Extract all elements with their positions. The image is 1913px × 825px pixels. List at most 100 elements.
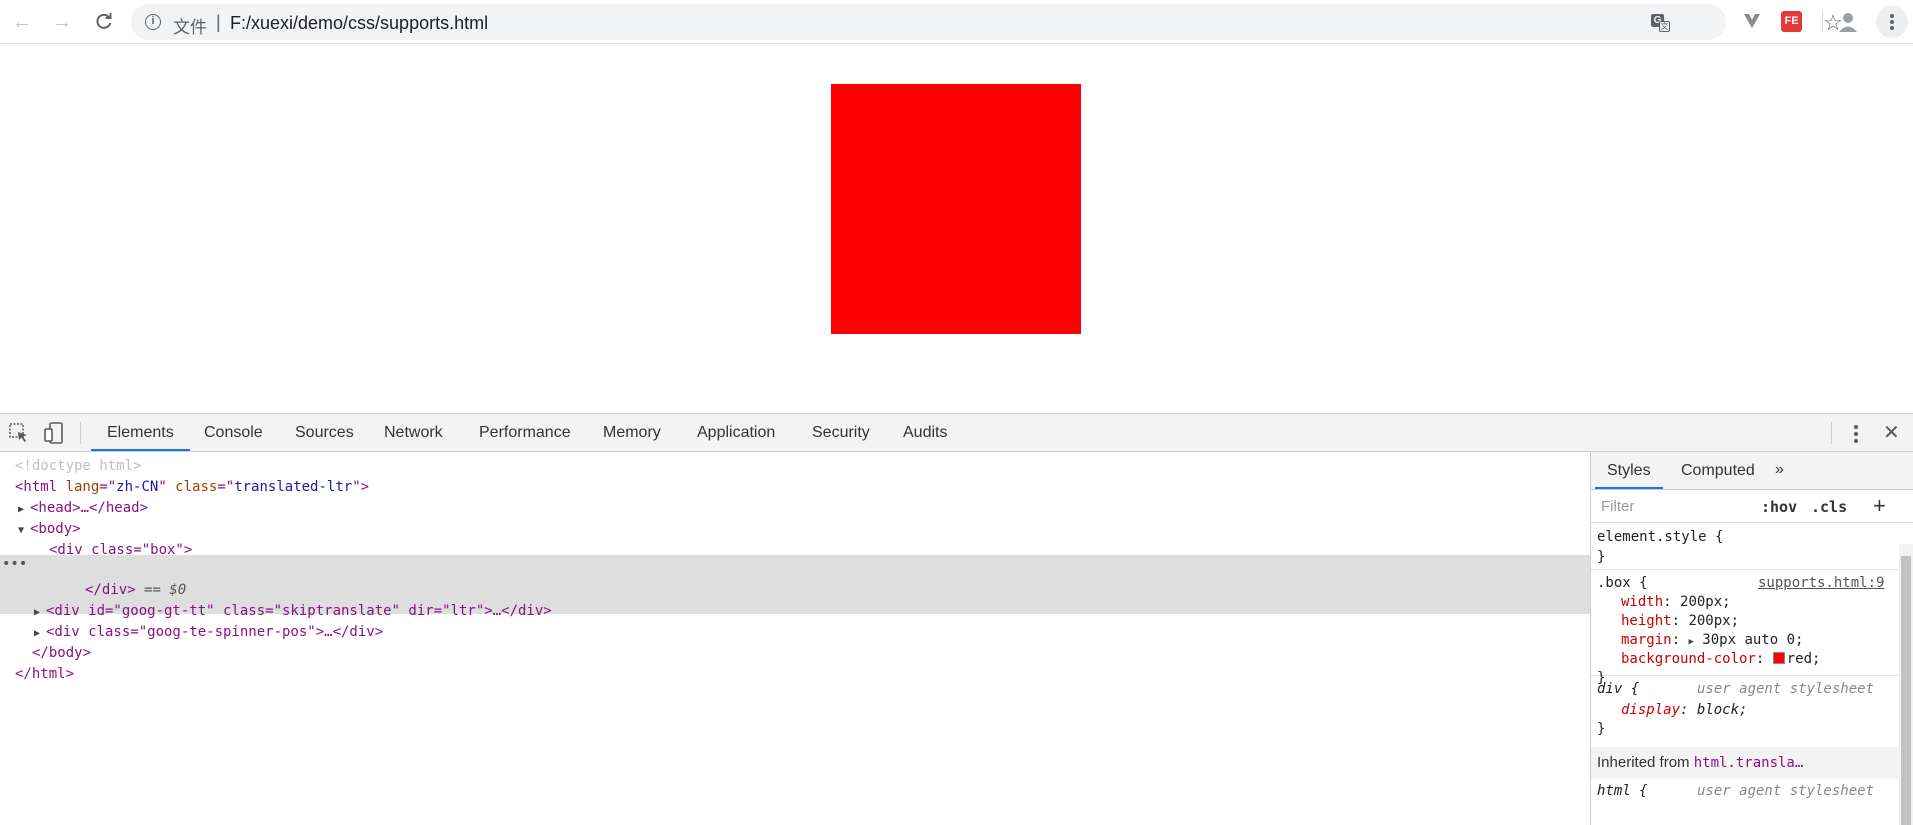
back-arrow-icon[interactable]: ← xyxy=(8,8,36,36)
tab-computed[interactable]: Computed xyxy=(1669,452,1767,489)
box-selector[interactable]: .box { xyxy=(1597,574,1648,593)
div-box-open-tag: <div class="box"> xyxy=(49,542,193,558)
dom-html-close[interactable]: </html> xyxy=(15,664,74,685)
tab-application[interactable]: Application xyxy=(681,414,791,451)
div-box-close-tag: </div> xyxy=(85,582,136,598)
url-text[interactable]: F:/xuexi/demo/css/supports.html xyxy=(230,13,488,34)
decl-value: block; xyxy=(1696,702,1748,718)
decl-value: 200px; xyxy=(1688,613,1740,629)
devtools-menu-icon[interactable] xyxy=(1850,424,1862,444)
attr-class: class xyxy=(175,479,218,495)
tab-elements[interactable]: Elements xyxy=(91,414,190,451)
styles-scrollbar[interactable] xyxy=(1899,544,1913,825)
profile-avatar-icon[interactable] xyxy=(1836,10,1860,34)
browser-toolbar: ← → i 文件 | F:/xuexi/demo/css/supports.ht… xyxy=(0,0,1913,44)
rule-html-ua: html { user agent stylesheet xyxy=(1591,779,1899,825)
url-scheme-label: 文件 xyxy=(173,18,207,38)
filter-input[interactable]: Filter xyxy=(1601,498,1634,515)
tab-performance[interactable]: Performance xyxy=(463,414,587,451)
element-style-selector[interactable]: element.style { xyxy=(1597,528,1723,547)
dom-doctype[interactable]: <!doctype html> xyxy=(15,456,141,477)
head-tag: <head>…</head> xyxy=(30,500,149,516)
styles-tabbar: Styles Computed » xyxy=(1591,452,1913,490)
decl-prop: width xyxy=(1621,594,1664,610)
dom-body-close[interactable]: </body> xyxy=(32,643,91,664)
expand-triangle-icon[interactable]: ▶ xyxy=(1688,637,1693,647)
tab-console[interactable]: Console xyxy=(188,414,279,451)
page-viewport xyxy=(0,45,1913,413)
rule-div-ua: div { user agent stylesheet display: blo… xyxy=(1591,676,1899,738)
decl-height[interactable]: height: 200px; xyxy=(1621,612,1739,631)
attr-lang-value: zh-CN xyxy=(116,479,159,495)
toolbar-divider xyxy=(1822,12,1823,32)
decl-prop: height xyxy=(1621,613,1672,629)
node-actions-ellipsis[interactable]: ••• xyxy=(2,556,27,572)
new-rule-icon[interactable]: + xyxy=(1873,493,1886,519)
extension-fe-icon[interactable]: FE xyxy=(1781,11,1802,32)
decl-prop: display xyxy=(1621,702,1681,718)
device-toolbar-icon[interactable] xyxy=(43,422,65,444)
decl-background-color[interactable]: background-color: red; xyxy=(1621,650,1820,669)
translate-icon[interactable]: G文 xyxy=(1651,13,1671,33)
devtools-close-icon[interactable]: ✕ xyxy=(1883,420,1900,445)
decl-width[interactable]: width: 200px; xyxy=(1621,593,1731,612)
dom-div-spinner[interactable]: ▶ <div class="goog-te-spinner-pos">…</div… xyxy=(34,622,383,643)
site-info-icon[interactable]: i xyxy=(145,14,161,30)
decl-margin[interactable]: margin: ▶ 30px auto 0; xyxy=(1621,631,1803,650)
dom-body-open[interactable]: ▼ <body> xyxy=(18,519,81,540)
tab-styles[interactable]: Styles xyxy=(1595,452,1663,489)
devtools-divider-right xyxy=(1831,422,1832,444)
dom-div-box-open[interactable]: <div class="box"> xyxy=(49,540,192,561)
scrollbar-thumb[interactable] xyxy=(1901,556,1911,825)
div-spinner-tag: <div class="goog-te-spinner-pos">…</div> xyxy=(46,624,384,640)
styles-filter-bar: Filter :hov .cls + xyxy=(1591,490,1913,523)
decl-display: display: block; xyxy=(1621,702,1748,718)
color-swatch-icon[interactable] xyxy=(1772,652,1785,664)
html-close-tag: </html> xyxy=(15,666,75,682)
cls-toggle[interactable]: .cls xyxy=(1811,498,1847,516)
devtools-divider xyxy=(80,422,81,444)
hov-toggle[interactable]: :hov xyxy=(1761,498,1797,516)
forward-arrow-icon[interactable]: → xyxy=(48,8,76,36)
dom-head[interactable]: ▶ <head>…</head> xyxy=(18,498,148,519)
div-source: user agent stylesheet xyxy=(1697,681,1875,697)
element-style-close: } xyxy=(1597,549,1606,565)
more-tabs-icon[interactable]: » xyxy=(1775,461,1784,479)
decl-value: 200px; xyxy=(1680,594,1731,610)
dom-div-gt-tt[interactable]: ▶ <div id="goog-gt-tt" class="skiptransla… xyxy=(34,601,552,622)
inherited-selector-link[interactable]: html.transla… xyxy=(1694,755,1804,771)
expand-triangle-icon[interactable]: ▶ xyxy=(18,499,30,520)
body-open-tag: <body> xyxy=(30,521,81,537)
body-close-tag: </body> xyxy=(32,645,92,661)
dom-html-open[interactable]: <html lang="zh-CN" class="translated-ltr… xyxy=(15,477,369,498)
rule-box: .box { supports.html:9 width: 200px; hei… xyxy=(1591,570,1899,686)
dom-div-box-close[interactable]: </div> == $0 xyxy=(85,580,186,601)
div-selector: div { xyxy=(1597,681,1640,697)
div-close: } xyxy=(1597,721,1606,737)
expand-triangle-icon[interactable]: ▶ xyxy=(34,602,46,623)
div-gt-tt-tag: <div id="goog-gt-tt" class="skiptranslat… xyxy=(46,603,552,619)
styles-sidebar: Styles Computed » Filter :hov .cls + ele… xyxy=(1590,452,1913,825)
rule-element-style: element.style { } xyxy=(1591,524,1899,570)
tab-memory[interactable]: Memory xyxy=(587,414,677,451)
html-source: user agent stylesheet xyxy=(1697,783,1875,799)
collapse-triangle-icon[interactable]: ▼ xyxy=(18,520,30,541)
address-bar[interactable]: i 文件 | F:/xuexi/demo/css/supports.html G… xyxy=(131,4,1843,40)
extension-v-icon[interactable] xyxy=(1742,11,1762,31)
inherited-label: Inherited from xyxy=(1597,754,1690,771)
attr-class-value: translated-ltr xyxy=(234,479,353,495)
tab-security[interactable]: Security xyxy=(796,414,886,451)
inspect-element-icon[interactable] xyxy=(8,422,30,444)
attr-lang: lang xyxy=(65,479,100,495)
decl-prop: background-color xyxy=(1621,651,1756,667)
tab-sources[interactable]: Sources xyxy=(279,414,370,451)
tab-audits[interactable]: Audits xyxy=(887,414,963,451)
red-box xyxy=(831,84,1081,334)
tab-network[interactable]: Network xyxy=(368,414,459,451)
reload-icon[interactable] xyxy=(90,8,118,36)
box-source-link[interactable]: supports.html:9 xyxy=(1758,574,1884,593)
browser-menu-icon[interactable] xyxy=(1876,6,1908,38)
expand-triangle-icon[interactable]: ▶ xyxy=(34,623,46,644)
decl-prop: margin xyxy=(1621,632,1672,648)
selected-marker: == $0 xyxy=(144,582,187,598)
